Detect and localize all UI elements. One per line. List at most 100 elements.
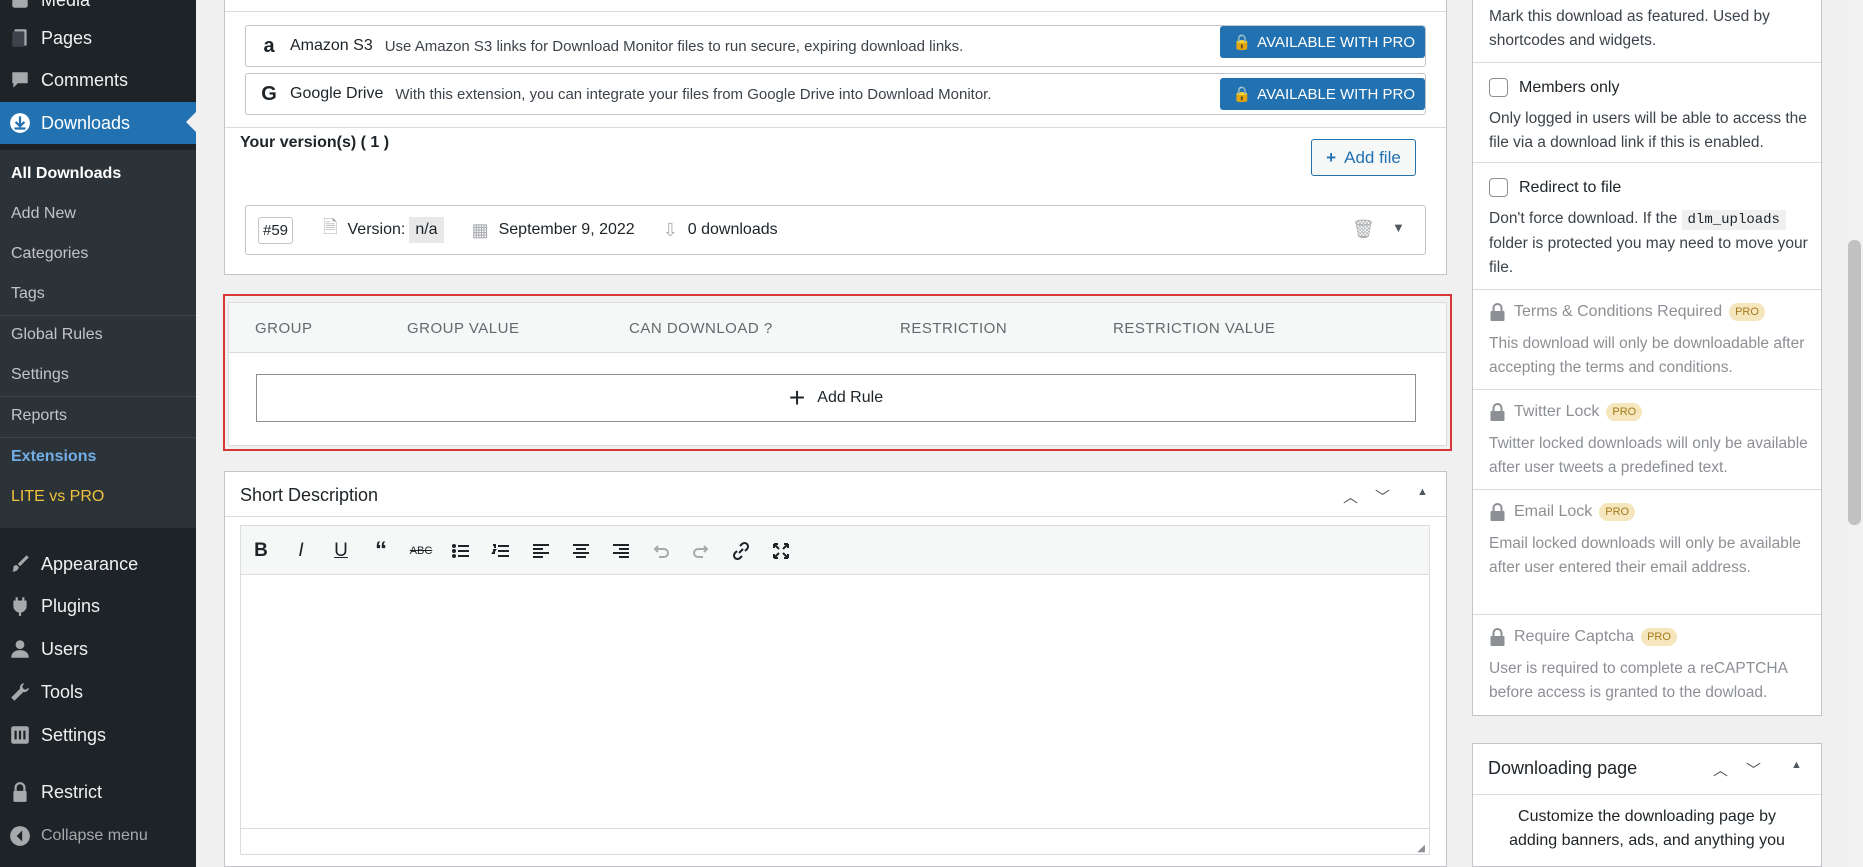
- panel-description: Customize the downloading page by adding…: [1473, 794, 1821, 863]
- comments-icon: [8, 68, 32, 92]
- undo-icon[interactable]: [646, 536, 676, 566]
- column-header-group-value: GROUP VALUE: [407, 320, 520, 337]
- menu-users[interactable]: Users: [0, 629, 196, 669]
- menu-plugins[interactable]: Plugins: [0, 586, 196, 626]
- underline-icon[interactable]: U: [326, 536, 356, 566]
- button-label: Add Rule: [817, 389, 884, 406]
- scrollbar-thumb[interactable]: [1848, 240, 1861, 525]
- add-rule-button[interactable]: + Add Rule: [256, 374, 1416, 422]
- menu-pages[interactable]: Pages: [0, 18, 196, 58]
- menu-label: Users: [41, 638, 89, 659]
- description-text: Don't force download. If the: [1489, 210, 1678, 227]
- menu-downloads[interactable]: Downloads: [0, 102, 196, 144]
- numbered-list-icon[interactable]: [486, 536, 516, 566]
- link-icon[interactable]: [726, 536, 756, 566]
- members-only-option: Members only Only logged in users will b…: [1473, 63, 1821, 163]
- move-up-icon[interactable]: ︿: [1343, 486, 1358, 507]
- option-description: Twitter locked downloads will only be av…: [1489, 435, 1808, 476]
- redirect-checkbox[interactable]: [1489, 178, 1508, 197]
- add-file-button[interactable]: + Add file: [1311, 139, 1416, 176]
- version-id: #59: [258, 216, 294, 244]
- members-only-checkbox[interactable]: [1489, 78, 1508, 97]
- option-description: Only logged in users will be able to acc…: [1489, 110, 1807, 151]
- redo-icon[interactable]: [686, 536, 716, 566]
- menu-label: Plugins: [41, 595, 101, 616]
- rules-panel: GROUP GROUP VALUE CAN DOWNLOAD ? RESTRIC…: [228, 302, 1447, 446]
- column-header-group: GROUP: [255, 320, 313, 337]
- version-date: September 9, 2022: [498, 221, 635, 238]
- submenu-tags[interactable]: Tags: [11, 285, 45, 303]
- strikethrough-icon[interactable]: ABC: [406, 536, 436, 566]
- option-label: Email Lock: [1514, 503, 1593, 520]
- email-lock-option: Email Lock PRO Email locked downloads wi…: [1473, 490, 1821, 615]
- menu-label: Settings: [41, 724, 107, 745]
- lock-icon: [1489, 403, 1506, 421]
- extension-description: Use Amazon S3 links for Download Monitor…: [384, 37, 964, 55]
- featured-option: Mark this download as featured. Used by …: [1473, 0, 1821, 63]
- menu-label: Tools: [41, 681, 84, 702]
- caret-down-icon[interactable]: ▼: [1392, 220, 1405, 235]
- move-down-icon[interactable]: ﹀: [1746, 759, 1761, 780]
- submenu-lite-vs-pro[interactable]: LITE vs PRO: [11, 488, 104, 506]
- pro-badge: PRO: [1599, 503, 1636, 521]
- wrench-icon: [8, 680, 32, 704]
- fullscreen-icon[interactable]: [766, 536, 796, 566]
- panel-title: Short Description: [240, 485, 379, 505]
- file-icon: 🗎: [323, 217, 338, 237]
- menu-tools[interactable]: Tools: [0, 672, 196, 712]
- download-icon: [8, 111, 32, 135]
- brush-icon: [8, 552, 32, 576]
- submenu-all-downloads[interactable]: All Downloads: [11, 165, 121, 183]
- menu-label: Comments: [41, 69, 129, 90]
- redirect-option: Redirect to file Don't force download. I…: [1473, 163, 1821, 290]
- pro-badge: PRO: [1641, 628, 1677, 646]
- column-header-can-download: CAN DOWNLOAD ?: [629, 320, 773, 337]
- menu-media[interactable]: Media: [0, 0, 196, 20]
- submenu-divider: [0, 315, 196, 316]
- terms-option: Terms & Conditions Required PRO This dow…: [1473, 290, 1821, 390]
- trash-icon[interactable]: 🗑: [1352, 219, 1375, 240]
- option-description: Don't force download. If the dlm_uploads…: [1489, 207, 1814, 280]
- option-title: Redirect to file: [1489, 178, 1621, 197]
- option-label: Require Captcha: [1514, 628, 1635, 645]
- align-left-icon[interactable]: [526, 536, 556, 566]
- bold-icon[interactable]: B: [246, 536, 276, 566]
- user-icon: [8, 637, 32, 661]
- move-down-icon[interactable]: ﹀: [1375, 486, 1390, 507]
- toggle-panel-icon[interactable]: ▲: [1791, 759, 1802, 771]
- option-description: Email locked downloads will only be avai…: [1489, 535, 1801, 576]
- menu-appearance[interactable]: Appearance: [0, 544, 196, 584]
- menu-restrict[interactable]: Restrict: [0, 772, 196, 812]
- available-with-pro-button[interactable]: 🔒 AVAILABLE WITH PRO: [1220, 78, 1425, 110]
- bullet-list-icon[interactable]: [446, 536, 476, 566]
- column-header-restriction: RESTRICTION: [900, 320, 1008, 337]
- menu-comments[interactable]: Comments: [0, 60, 196, 100]
- submenu-categories[interactable]: Categories: [11, 245, 88, 263]
- menu-label: Restrict: [41, 781, 103, 802]
- submenu-global-rules[interactable]: Global Rules: [11, 326, 103, 344]
- align-center-icon[interactable]: [566, 536, 596, 566]
- submenu-settings[interactable]: Settings: [11, 366, 69, 384]
- blockquote-icon[interactable]: “: [366, 536, 396, 566]
- submenu-extensions[interactable]: Extensions: [11, 448, 96, 466]
- rules-table-header: GROUP GROUP VALUE CAN DOWNLOAD ? RESTRIC…: [229, 303, 1446, 353]
- short-description-editor[interactable]: [240, 575, 1430, 847]
- resize-handle-icon[interactable]: ◢: [1417, 843, 1425, 854]
- submenu-add-new[interactable]: Add New: [11, 205, 76, 223]
- toggle-panel-icon[interactable]: ▲: [1417, 486, 1428, 498]
- italic-icon[interactable]: I: [286, 536, 316, 566]
- editor-statusbar: ◢: [240, 828, 1430, 855]
- captcha-option: Require Captcha PRO User is required to …: [1473, 615, 1821, 716]
- version-row[interactable]: #59 🗎 Version: n/a ▦ September 9, 2022 ⇩…: [245, 205, 1426, 255]
- extension-amazon-s3: a Amazon S3 Use Amazon S3 links for Down…: [245, 25, 1426, 67]
- menu-settings[interactable]: Settings: [0, 715, 196, 755]
- downloads-submenu: All Downloads Add New Categories Tags Gl…: [0, 150, 196, 528]
- lock-icon: [1489, 628, 1506, 646]
- option-label: Redirect to file: [1519, 178, 1622, 196]
- menu-label: Appearance: [41, 553, 139, 574]
- available-with-pro-button[interactable]: 🔒 AVAILABLE WITH PRO: [1220, 26, 1425, 58]
- align-right-icon[interactable]: [606, 536, 636, 566]
- submenu-reports[interactable]: Reports: [11, 407, 67, 425]
- move-up-icon[interactable]: ︿: [1713, 759, 1728, 780]
- collapse-menu-button[interactable]: Collapse menu: [0, 816, 196, 856]
